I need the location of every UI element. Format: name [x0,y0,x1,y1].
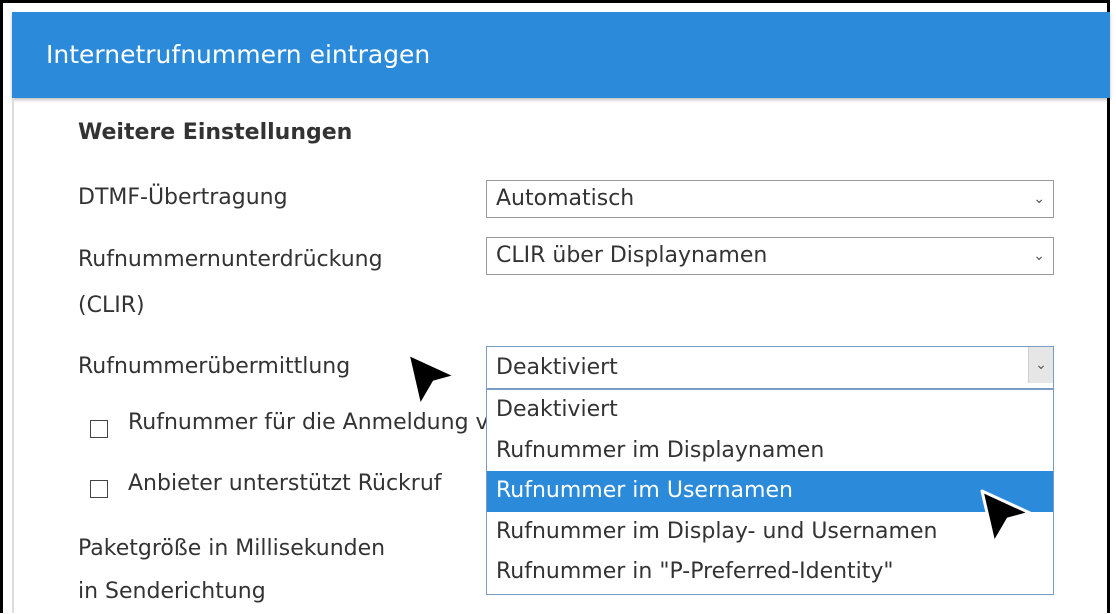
transfer-label: Rufnummerübermittlung [78,354,351,379]
dropdown-option[interactable]: Rufnummer im Display- und Usernamen [487,512,1053,553]
chevron-down-icon: ⌄ [1033,248,1045,264]
dropdown-option[interactable]: Rufnummer in "P-Preferred-Identity" [487,552,1053,593]
login-checkbox-label: Rufnummer für die Anmeldung verwenden [128,410,486,435]
dropdown-option-highlighted[interactable]: Rufnummer im Usernamen [487,471,1053,512]
clir-label-line2: (CLIR) [78,293,145,318]
clir-label-line1: Rufnummernunterdrückung [78,247,383,272]
transfer-select-value: Deaktiviert [496,355,618,380]
mouse-pointer-icon [406,352,458,408]
transfer-dropdown-list: Deaktiviert Rufnummer im Displaynamen Ru… [486,389,1054,595]
dtmf-label: DTMF-Übertragung [78,185,288,210]
dropdown-option[interactable]: Rufnummer im Displaynamen [487,431,1053,472]
mouse-pointer-icon [980,489,1032,545]
packet-size-label-line2: in Senderichtung [78,579,266,604]
login-checkbox[interactable] [90,420,108,438]
dtmf-select-value: Automatisch [496,186,635,211]
section-title: Weitere Einstellungen [78,120,353,145]
transfer-select[interactable]: Deaktiviert ⌄ [486,346,1054,389]
chevron-down-icon: ⌄ [1033,191,1045,207]
clir-select[interactable]: CLIR über Displaynamen ⌄ [486,237,1054,275]
callback-checkbox-label: Anbieter unterstützt Rückruf [128,471,442,496]
clir-select-value: CLIR über Displaynamen [496,243,768,268]
dtmf-select[interactable]: Automatisch ⌄ [486,180,1054,218]
dialog-title: Internetrufnummern eintragen [12,12,1110,98]
dropdown-option[interactable]: Deaktiviert [487,390,1053,431]
callback-checkbox[interactable] [90,480,108,498]
chevron-down-icon: ⌄ [1028,347,1053,383]
packet-size-label-line1: Paketgröße in Millisekunden [78,536,386,561]
